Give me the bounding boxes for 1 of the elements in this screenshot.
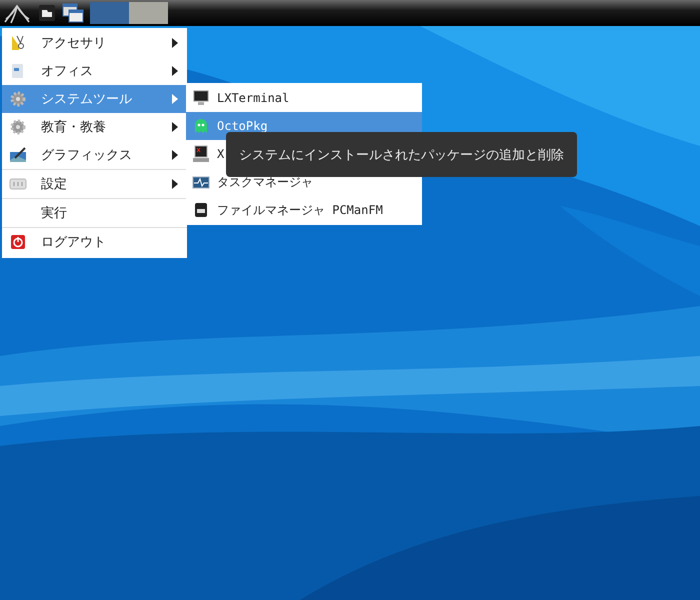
- tooltip: システムにインストールされたパッケージの追加と削除: [226, 132, 577, 177]
